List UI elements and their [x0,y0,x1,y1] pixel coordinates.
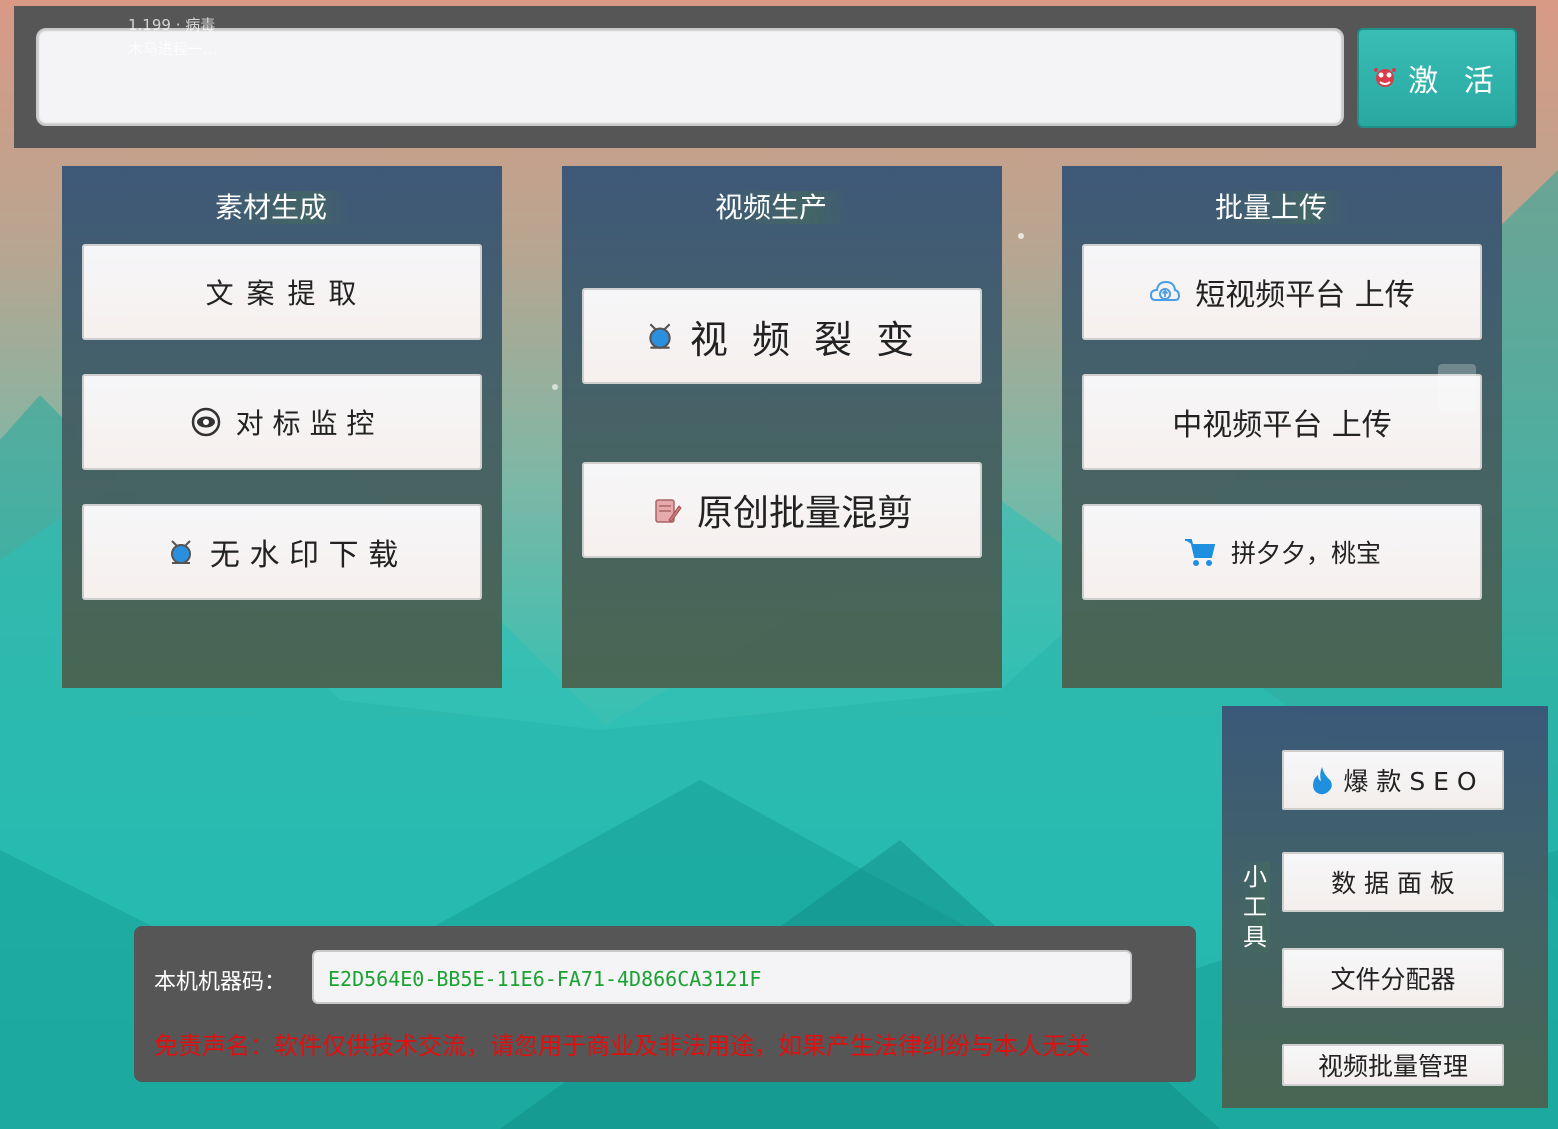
short-video-upload-label: 短视频平台 上传 [1195,278,1415,313]
upload-panel-title: 批量上传 [1062,186,1502,226]
disclaimer-text: 免责声名：软件仅供技术交流，请忽用于商业及非法用途，如果产生法律纠纷与本人无关 [154,1032,1090,1060]
ghost-notification-line1: 1.199 · 病毒 [128,16,216,34]
tools-panel: 小 工 具 爆 款 S E O 数 据 面 板 文件分配器 视频批量管理 [1222,706,1548,1108]
material-panel: 素材生成 文 案 提 取 对 标 监 控 无 水 印 下 载 [62,166,502,688]
machine-code-field[interactable]: E2D564E0-BB5E-11E6-FA71-4D866CA3121F [312,950,1132,1004]
eye-icon [191,407,220,437]
data-dashboard-button[interactable]: 数 据 面 板 [1282,852,1504,912]
data-dashboard-label: 数 据 面 板 [1331,869,1455,898]
original-batch-mix-label: 原创批量混剪 [696,493,913,534]
benchmark-monitor-label: 对 标 监 控 [235,407,375,440]
video-fission-button[interactable]: 视 频 裂 变 [582,288,982,384]
video-batch-manage-label: 视频批量管理 [1317,1052,1468,1081]
mid-video-upload-button[interactable]: 中视频平台 上传 [1082,374,1482,470]
ecommerce-upload-button[interactable]: 拼夕夕，桃宝 [1082,504,1482,600]
flame-icon [1313,767,1333,795]
ghost-notification-line2: 木马进程一... [128,40,218,58]
machine-code-label: 本机机器码： [154,970,287,995]
no-watermark-download-label: 无 水 印 下 载 [209,538,399,573]
video-panel-title: 视频生产 [562,186,1002,226]
benchmark-monitor-button[interactable]: 对 标 监 控 [82,374,482,470]
copy-extract-label: 文 案 提 取 [205,277,359,310]
video-fission-label: 视 频 裂 变 [689,317,921,362]
no-watermark-download-button[interactable]: 无 水 印 下 载 [82,504,482,600]
cart-icon [1184,539,1216,566]
video-batch-manage-button[interactable]: 视频批量管理 [1282,1044,1504,1086]
satellite-icon [649,323,671,349]
copy-extract-button[interactable]: 文 案 提 取 [82,244,482,340]
upload-panel: 批量上传 短视频平台 上传 中视频平台 上传 拼夕夕，桃宝 [1062,166,1502,688]
activate-button[interactable]: 激 活 [1357,28,1517,128]
original-batch-mix-button[interactable]: 原创批量混剪 [582,462,982,558]
viral-seo-button[interactable]: 爆 款 S E O [1282,750,1504,810]
file-distributor-button[interactable]: 文件分配器 [1282,948,1504,1008]
sparkle-dot [552,384,558,390]
red-badge-icon [1374,68,1397,87]
activate-label: 激 活 [1408,64,1502,99]
video-panel: 视频生产 视 频 裂 变 原创批量混剪 [562,166,1002,688]
machine-code-bar: 本机机器码： E2D564E0-BB5E-11E6-FA71-4D866CA31… [134,926,1196,1082]
ecommerce-upload-label: 拼夕夕，桃宝 [1230,539,1381,568]
viral-seo-label: 爆 款 S E O [1343,767,1477,796]
tools-title: 小 工 具 [1240,862,1270,952]
upload-cloud-icon [1150,280,1181,301]
activation-bar: 激 活 [14,6,1536,148]
satellite-icon [170,540,191,564]
bookmark-icon [1438,364,1476,412]
short-video-upload-button[interactable]: 短视频平台 上传 [1082,244,1482,340]
file-distributor-label: 文件分配器 [1330,965,1456,994]
sparkle-dot [1018,233,1024,239]
activation-code-input[interactable] [36,28,1344,126]
material-panel-title: 素材生成 [62,186,502,226]
mid-video-upload-label: 中视频平台 上传 [1172,408,1392,443]
edit-icon [655,499,682,523]
